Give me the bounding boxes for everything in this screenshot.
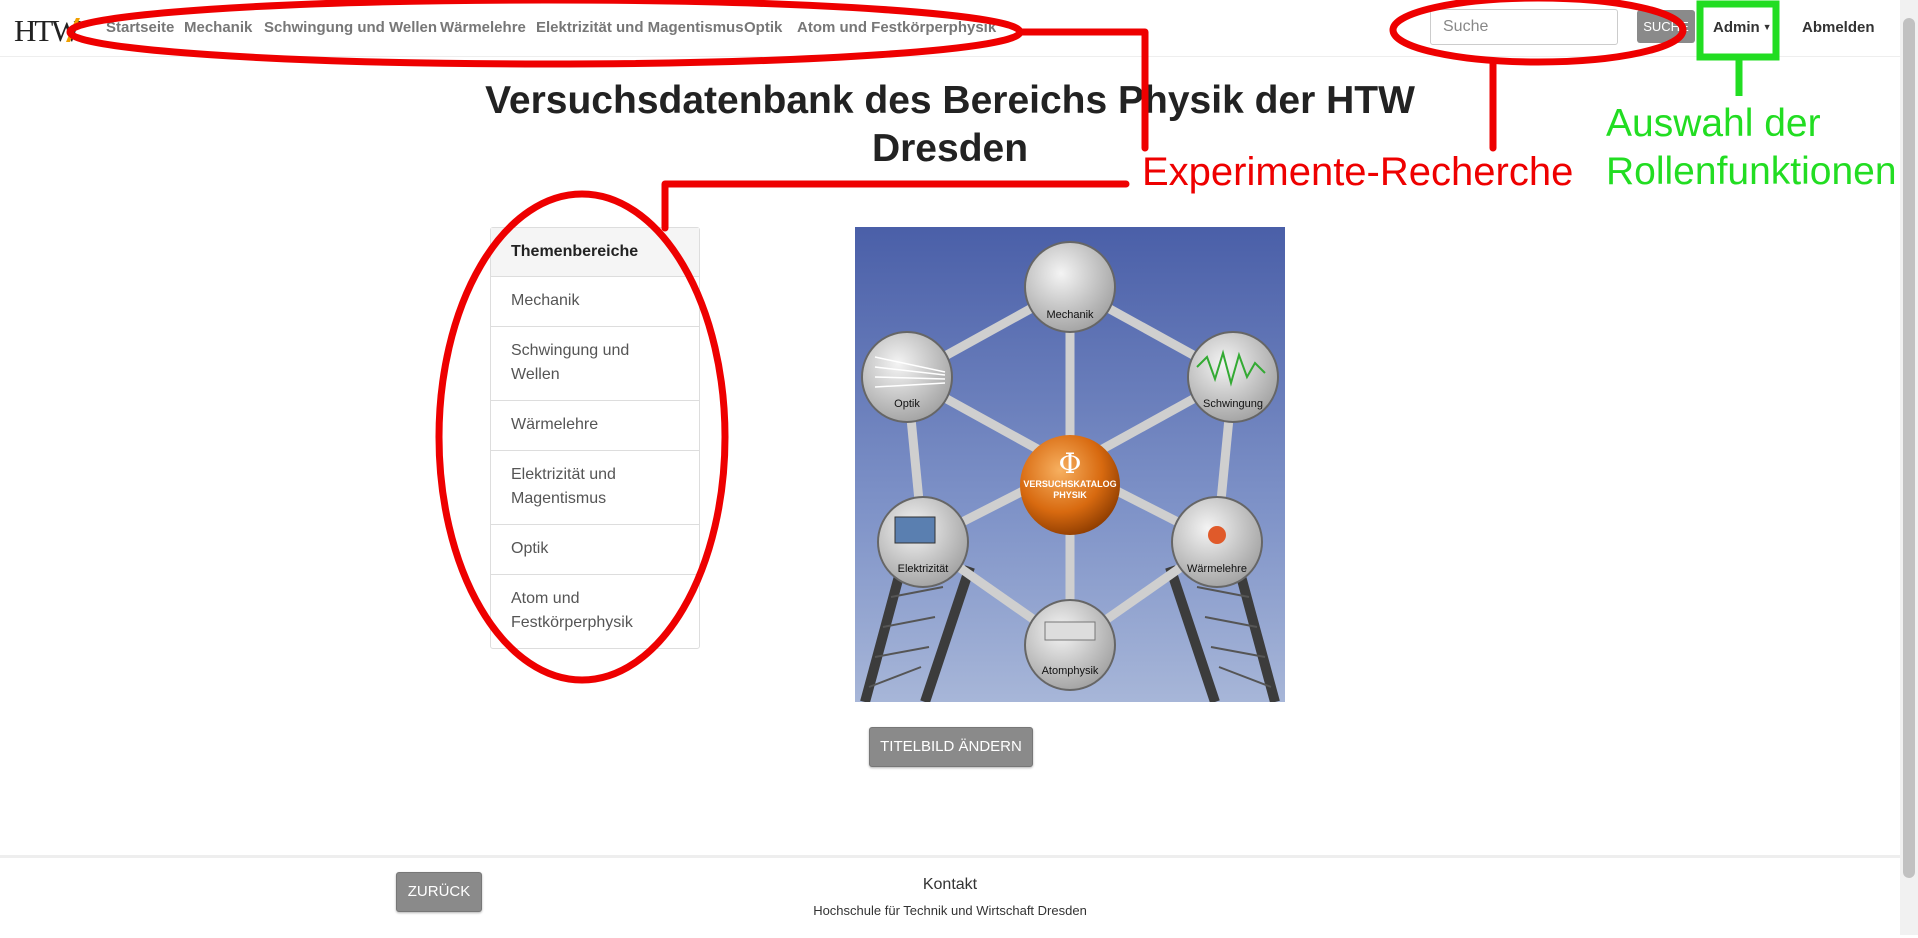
annotation-ellipse-sidebar: [435, 190, 729, 684]
annotation-ellipse-search: [1389, 0, 1687, 66]
annotation-box-admin: [1696, 0, 1780, 61]
annotation-label-roles: Auswahl der Rollenfunktionen: [1606, 102, 1897, 193]
annotation-line-nav: [1016, 28, 1149, 152]
annotation-line-sidebar: [661, 180, 1130, 232]
annotation-ellipse-nav: [66, 0, 1024, 68]
annotation-label-search: Experimente-Recherche: [1142, 150, 1574, 194]
